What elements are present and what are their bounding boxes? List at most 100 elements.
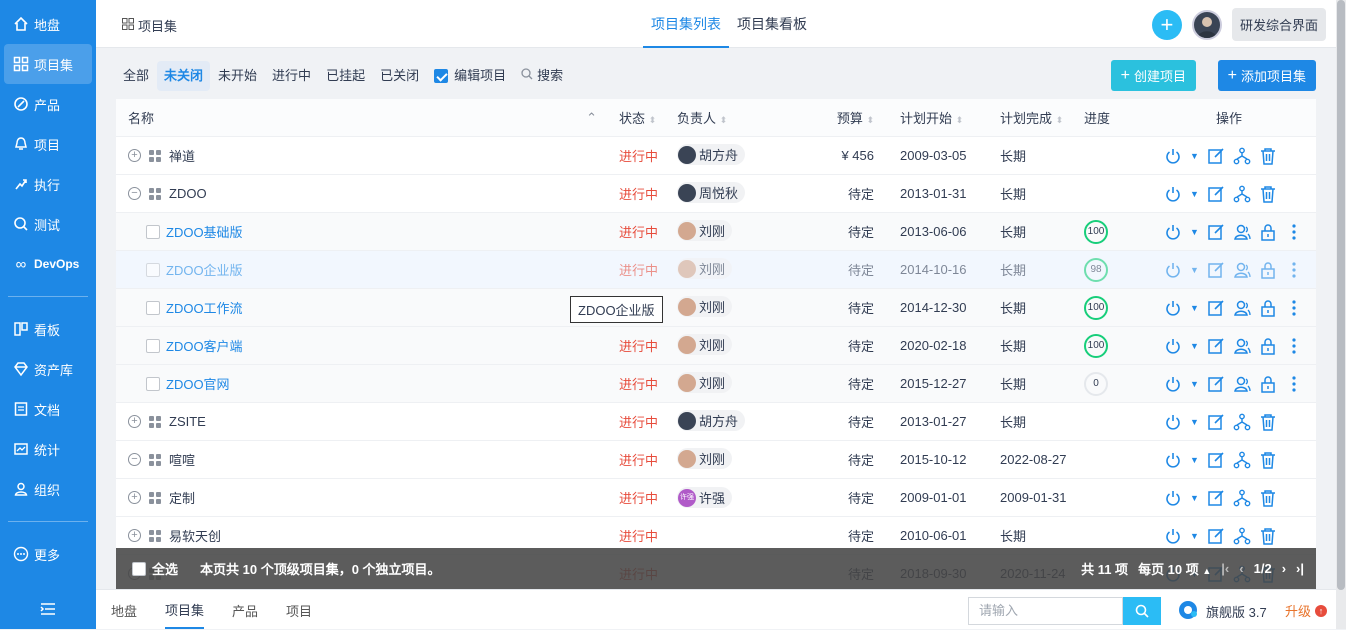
edit-icon[interactable] bbox=[1207, 413, 1225, 431]
owner-chip[interactable]: 胡方舟 bbox=[677, 410, 746, 432]
collapse-all-icon[interactable]: ⌃ bbox=[586, 110, 597, 126]
row-checkbox[interactable] bbox=[146, 338, 160, 353]
col-owner[interactable]: 负责人 ⬍ bbox=[669, 108, 804, 127]
more-vertical-icon[interactable] bbox=[1285, 375, 1303, 393]
caret-down-icon[interactable]: ▼ bbox=[1190, 493, 1199, 503]
collapse-menu-icon[interactable] bbox=[0, 602, 96, 619]
project-name-link[interactable]: ZDOO基础版 bbox=[166, 222, 243, 241]
trash-icon[interactable] bbox=[1259, 527, 1277, 545]
search-toggle[interactable]: 搜索 bbox=[514, 61, 570, 91]
power-icon[interactable] bbox=[1164, 451, 1182, 469]
sidebar-item-doc[interactable]: 文档 bbox=[0, 389, 96, 429]
hierarchy-icon[interactable] bbox=[1233, 489, 1251, 507]
filter-closed[interactable]: 已关闭 bbox=[373, 61, 426, 91]
trash-icon[interactable] bbox=[1259, 147, 1277, 165]
caret-down-icon[interactable]: ▼ bbox=[1190, 189, 1199, 199]
power-icon[interactable] bbox=[1164, 147, 1182, 165]
program-name[interactable]: 定制 bbox=[169, 488, 195, 507]
row-checkbox[interactable] bbox=[146, 376, 160, 391]
edit-icon[interactable] bbox=[1207, 185, 1225, 203]
owner-chip[interactable]: 许强 许强 bbox=[677, 487, 733, 509]
lock-icon[interactable] bbox=[1259, 375, 1277, 393]
power-icon[interactable] bbox=[1164, 375, 1182, 393]
team-icon[interactable] bbox=[1233, 337, 1251, 355]
page-indicator[interactable]: 1/2 bbox=[1254, 561, 1272, 576]
edition-info[interactable]: 旗舰版 3.7 bbox=[1178, 600, 1267, 623]
owner-chip[interactable]: 胡方舟 bbox=[677, 144, 746, 166]
select-all-checkbox[interactable] bbox=[132, 561, 146, 576]
power-icon[interactable] bbox=[1164, 185, 1182, 203]
edit-icon[interactable] bbox=[1207, 261, 1225, 279]
owner-chip[interactable]: 刘刚 bbox=[677, 220, 733, 242]
power-icon[interactable] bbox=[1164, 527, 1182, 545]
tab-program-kanban[interactable]: 项目集看板 bbox=[729, 0, 815, 48]
per-page-select[interactable]: 每页 10 项 ▲ bbox=[1138, 559, 1211, 578]
program-name[interactable]: ZDOO bbox=[169, 186, 207, 201]
caret-down-icon[interactable]: ▼ bbox=[1190, 379, 1199, 389]
sidebar-item-dashboard[interactable]: 地盘 bbox=[0, 4, 96, 44]
edit-project-toggle[interactable]: 编辑项目 bbox=[427, 61, 513, 91]
expand-icon[interactable]: + bbox=[128, 415, 141, 428]
tab-program-list[interactable]: 项目集列表 bbox=[643, 0, 729, 48]
sidebar-item-project[interactable]: 项目 bbox=[0, 124, 96, 164]
more-vertical-icon[interactable] bbox=[1285, 299, 1303, 317]
filter-suspended[interactable]: 已挂起 bbox=[319, 61, 372, 91]
expand-icon[interactable]: + bbox=[128, 149, 141, 162]
team-icon[interactable] bbox=[1233, 299, 1251, 317]
first-page-icon[interactable]: |‹ bbox=[1221, 561, 1229, 576]
sidebar-item-test[interactable]: 测试 bbox=[0, 204, 96, 244]
power-icon[interactable] bbox=[1164, 413, 1182, 431]
more-vertical-icon[interactable] bbox=[1285, 261, 1303, 279]
scrollbar[interactable] bbox=[1336, 0, 1346, 629]
lock-icon[interactable] bbox=[1259, 261, 1277, 279]
owner-chip[interactable]: 刘刚 bbox=[677, 334, 733, 356]
edit-icon[interactable] bbox=[1207, 147, 1225, 165]
quick-create-button[interactable]: + bbox=[1151, 9, 1182, 40]
team-icon[interactable] bbox=[1233, 261, 1251, 279]
upgrade-link[interactable]: 升级 ↑ bbox=[1285, 601, 1328, 620]
sidebar-item-program[interactable]: 项目集 bbox=[4, 44, 92, 84]
create-project-button[interactable]: + 创建项目 bbox=[1110, 60, 1196, 91]
bottom-nav-product[interactable]: 产品 bbox=[232, 593, 258, 628]
last-page-icon[interactable]: ›| bbox=[1296, 561, 1304, 576]
collapse-icon[interactable]: − bbox=[128, 187, 141, 200]
sidebar-item-devops[interactable]: ∞ DevOps bbox=[0, 244, 96, 284]
switch-interface-button[interactable]: 研发综合界面 bbox=[1231, 8, 1326, 41]
expand-icon[interactable]: + bbox=[128, 529, 141, 542]
global-search-button[interactable] bbox=[1123, 597, 1161, 625]
power-icon[interactable] bbox=[1164, 337, 1182, 355]
caret-down-icon[interactable]: ▼ bbox=[1190, 303, 1199, 313]
edit-icon[interactable] bbox=[1207, 299, 1225, 317]
row-checkbox[interactable] bbox=[146, 300, 160, 315]
owner-chip[interactable]: 刘刚 bbox=[677, 258, 733, 280]
collapse-icon[interactable]: − bbox=[128, 453, 141, 466]
table-row[interactable]: ZDOO工作流 进行中 刘刚 待定 2014-12-30 长期 100 ▼ bbox=[116, 289, 1316, 327]
caret-down-icon[interactable]: ▼ bbox=[1190, 341, 1199, 351]
project-name-link[interactable]: ZDOO客户端 bbox=[166, 336, 243, 355]
caret-down-icon[interactable]: ▼ bbox=[1190, 265, 1199, 275]
edit-icon[interactable] bbox=[1207, 489, 1225, 507]
hierarchy-icon[interactable] bbox=[1233, 185, 1251, 203]
program-name[interactable]: 喧喧 bbox=[169, 450, 195, 469]
row-checkbox[interactable] bbox=[146, 224, 160, 239]
caret-down-icon[interactable]: ▼ bbox=[1190, 531, 1199, 541]
table-row[interactable]: − 喧喧 进行中 刘刚 待定 2015-10-12 2022-08-27 ▼ bbox=[116, 441, 1316, 479]
edit-icon[interactable] bbox=[1207, 451, 1225, 469]
sidebar-item-product[interactable]: 产品 bbox=[0, 84, 96, 124]
table-row[interactable]: ZDOO客户端 进行中 刘刚 待定 2020-02-18 长期 100 ▼ bbox=[116, 327, 1316, 365]
expand-icon[interactable]: + bbox=[128, 491, 141, 504]
owner-chip[interactable]: 刘刚 bbox=[677, 296, 733, 318]
next-page-icon[interactable]: › bbox=[1282, 561, 1286, 576]
power-icon[interactable] bbox=[1164, 489, 1182, 507]
hierarchy-icon[interactable] bbox=[1233, 147, 1251, 165]
owner-chip[interactable]: 周悦秋 bbox=[677, 182, 746, 204]
caret-down-icon[interactable]: ▼ bbox=[1190, 417, 1199, 427]
owner-chip[interactable]: 刘刚 bbox=[677, 372, 733, 394]
caret-down-icon[interactable]: ▼ bbox=[1190, 151, 1199, 161]
filter-all[interactable]: 全部 bbox=[116, 61, 156, 91]
program-name[interactable]: 易软天创 bbox=[169, 526, 221, 545]
edit-icon[interactable] bbox=[1207, 527, 1225, 545]
prev-page-icon[interactable]: ‹ bbox=[1239, 561, 1243, 576]
sidebar-item-assets[interactable]: 资产库 bbox=[0, 349, 96, 389]
bottom-nav-program[interactable]: 项目集 bbox=[165, 592, 205, 629]
